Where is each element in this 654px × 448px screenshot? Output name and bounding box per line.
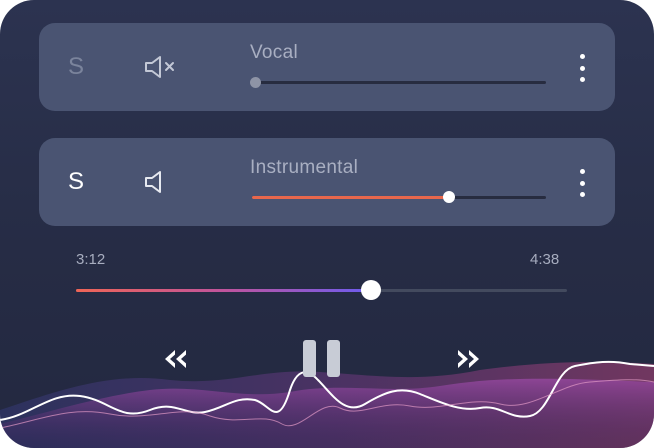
speaker-icon[interactable] [143, 168, 177, 196]
more-dot [579, 77, 585, 82]
current-time: 3:12 [76, 251, 106, 268]
more-dot [579, 180, 585, 186]
more-dot [579, 192, 585, 197]
track-name-instrumental: Instrumental [250, 157, 359, 178]
music-player: S Vocal S Instrumental 3:12 4:38 [0, 0, 654, 448]
track-card-instrumental: S Instrumental [39, 138, 615, 226]
pause-icon-bar [327, 340, 340, 377]
rewind-icon [165, 350, 188, 368]
track-name-vocal: Vocal [250, 42, 298, 63]
fast-forward-icon [456, 350, 479, 368]
pause-button[interactable] [303, 340, 341, 377]
solo-button-instrumental[interactable]: S [68, 168, 84, 196]
playback-progress-knob[interactable] [360, 280, 381, 300]
more-dot [579, 65, 585, 71]
fast-forward-button[interactable] [452, 347, 482, 371]
track-card-vocal: S Vocal [39, 23, 615, 111]
more-options-button-vocal[interactable] [576, 54, 588, 82]
volume-knob-vocal[interactable] [250, 77, 261, 88]
total-time: 4:38 [530, 251, 560, 268]
volume-knob-instrumental[interactable] [442, 191, 455, 203]
solo-button-vocal[interactable]: S [68, 53, 84, 81]
speaker-muted-icon[interactable] [143, 53, 177, 81]
volume-slider-instrumental[interactable] [252, 191, 546, 203]
pause-icon [303, 340, 316, 377]
volume-slider-vocal[interactable] [250, 77, 546, 88]
more-options-button-instrumental[interactable] [576, 169, 588, 197]
more-vertical-icon [579, 54, 585, 59]
playback-progress-bar[interactable] [76, 280, 567, 300]
rewind-button[interactable] [162, 347, 192, 371]
volume-fill-instrumental [252, 196, 449, 199]
more-vertical-icon [579, 169, 585, 174]
playback-progress-fill [76, 289, 371, 292]
